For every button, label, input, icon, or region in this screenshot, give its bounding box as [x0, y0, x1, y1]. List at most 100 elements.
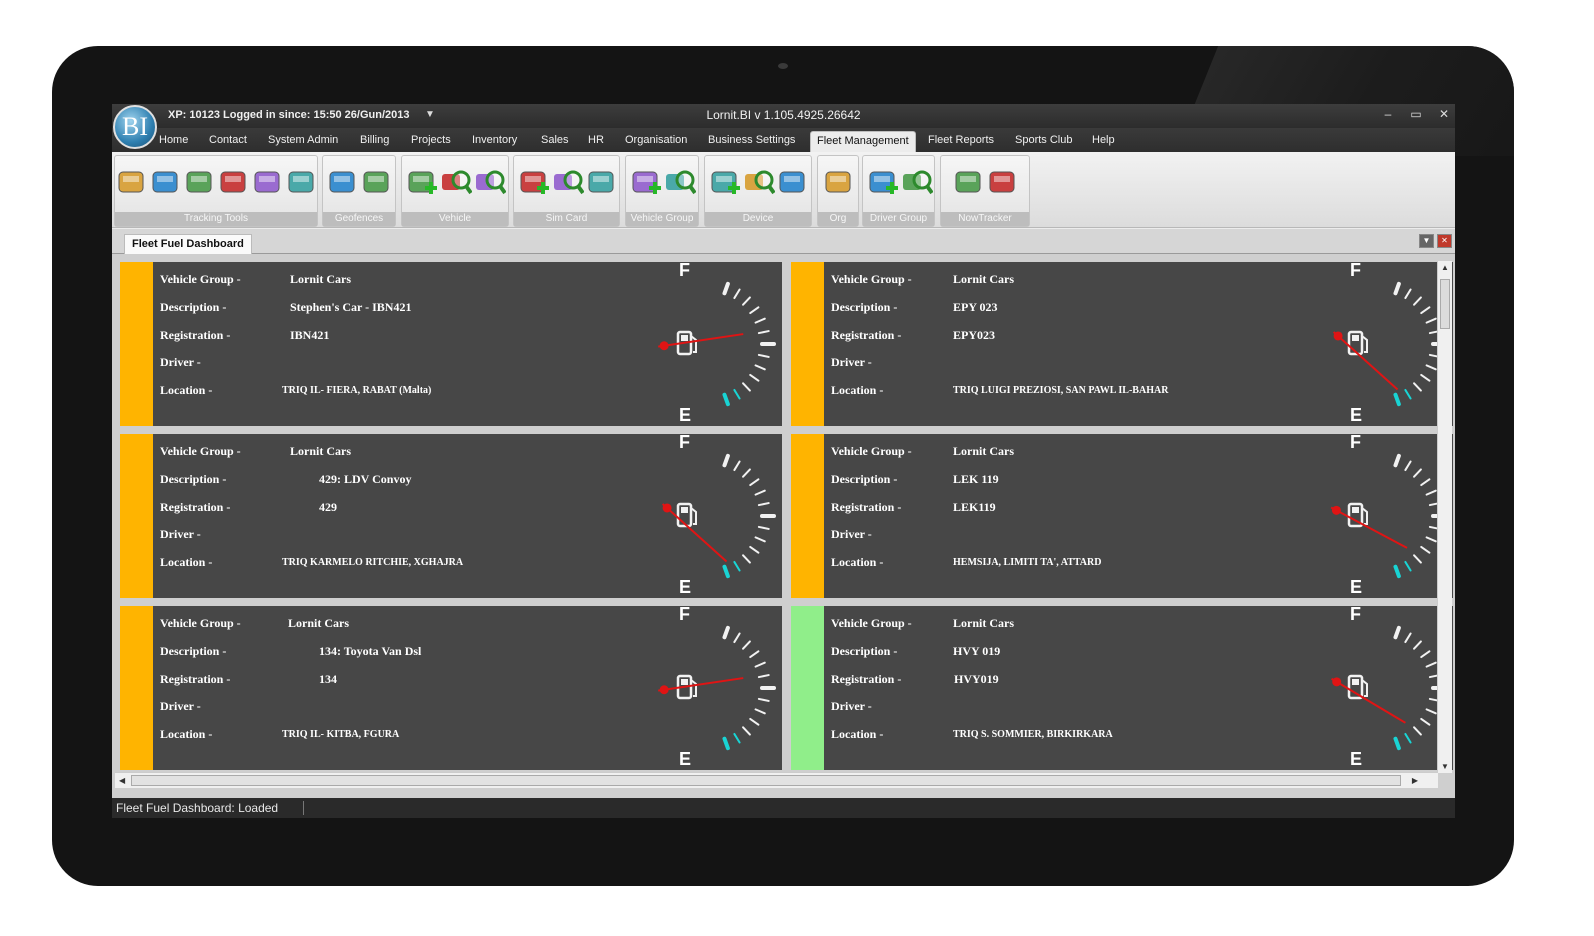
status-color-bar: [120, 434, 153, 598]
scroll-right-icon[interactable]: ▶: [1412, 776, 1418, 785]
status-separator: [303, 801, 304, 815]
menu-item-fleet-reports[interactable]: Fleet Reports: [928, 134, 994, 146]
gauge-empty-label: E: [679, 405, 692, 425]
nowtracker-gears-icon[interactable]: [953, 166, 985, 198]
device-search-icon[interactable]: [743, 166, 775, 198]
vertical-scrollbar[interactable]: ▲ ▼: [1437, 261, 1452, 773]
gauge-tick: [1413, 726, 1422, 736]
sim-edit-icon[interactable]: [586, 166, 618, 198]
driver-label: Driver -: [831, 527, 872, 541]
gauge-tick: [733, 560, 741, 572]
gauge-tick: [1393, 736, 1401, 751]
menu-item-system-admin[interactable]: System Admin: [268, 134, 338, 146]
driver-label: Driver -: [831, 355, 872, 369]
menu-item-hr[interactable]: HR: [588, 134, 604, 146]
ribbon-group-tracking-tools: Tracking Tools: [114, 155, 318, 227]
gauge-tick: [749, 545, 760, 554]
status-color-bar: [120, 606, 153, 770]
sim-search-icon[interactable]: [552, 166, 584, 198]
map-pin-icon[interactable]: [116, 166, 148, 198]
ribbon-group-sim-card: Sim Card: [513, 155, 620, 227]
sim-add-icon[interactable]: [518, 166, 550, 198]
camera-icon: [778, 63, 788, 69]
description-value: 134: Toyota Van Dsl: [319, 644, 422, 658]
ribbon-group-vehicle-group: Vehicle Group: [625, 155, 699, 227]
vertical-scroll-thumb[interactable]: [1440, 279, 1450, 329]
gauge-full-label: F: [1350, 260, 1361, 280]
fuel-gauge-dial: [658, 281, 776, 407]
tab-close-icon[interactable]: ✕: [1437, 234, 1452, 248]
vehicle-fuel-card[interactable]: Vehicle Group - Lornit Cars Description - H…: [791, 604, 1453, 770]
gauge-tick: [722, 736, 730, 751]
fuel-gauge: FE: [648, 260, 778, 426]
gauge-needle-hub: [1331, 505, 1341, 515]
menu-item-sales[interactable]: Sales: [541, 134, 569, 146]
vehicle-fuel-card[interactable]: Vehicle Group - Lornit Cars Description - E…: [791, 260, 1453, 426]
car-search-icon[interactable]: [440, 166, 472, 198]
gauge-empty-label: E: [1350, 577, 1363, 597]
scroll-down-icon[interactable]: ▼: [1441, 762, 1449, 771]
menu-item-projects[interactable]: Projects: [411, 134, 451, 146]
close-button[interactable]: ✕: [1436, 107, 1452, 121]
scroll-left-icon[interactable]: ◀: [119, 776, 125, 785]
title-bar: XP: 10123 Logged in since: 15:50 26/Gun/…: [112, 104, 1455, 128]
gauge-needle-hub: [662, 503, 672, 513]
menu-item-sports-club[interactable]: Sports Club: [1015, 134, 1072, 146]
gauge-tick: [1413, 296, 1422, 306]
vehicle-group-add-icon[interactable]: [630, 166, 662, 198]
gauge-tick: [1393, 564, 1401, 579]
menu-item-inventory[interactable]: Inventory: [472, 134, 517, 146]
map-tools-icon[interactable]: [252, 166, 284, 198]
gauge-tick: [1420, 478, 1431, 487]
group-value: Lornit Cars: [953, 444, 1014, 458]
geofence-map-icon[interactable]: [327, 166, 359, 198]
vehicle-fuel-card[interactable]: Vehicle Group - Lornit Cars Description - S…: [120, 260, 782, 426]
tab-fleet-fuel-dashboard[interactable]: Fleet Fuel Dashboard: [124, 234, 252, 254]
menu-item-business-settings[interactable]: Business Settings: [708, 134, 795, 146]
vehicle-group-search-icon[interactable]: [664, 166, 696, 198]
horizontal-scroll-thumb[interactable]: [131, 775, 1401, 786]
map-layers-icon[interactable]: [218, 166, 250, 198]
menu-item-contact[interactable]: Contact: [209, 134, 247, 146]
geofence-layers-icon[interactable]: [361, 166, 393, 198]
gauge-needle: [661, 503, 728, 563]
menu-item-home[interactable]: Home: [159, 134, 188, 146]
location-value: TRIQ IL- FIERA, RABAT (Malta): [282, 385, 432, 396]
tab-dropdown-icon[interactable]: ▼: [1419, 234, 1434, 248]
gauge-tick: [1393, 453, 1401, 468]
device-add-icon[interactable]: [709, 166, 741, 198]
location-value: HEMSIJA, LIMITI TA', ATTARD: [953, 557, 1102, 568]
car-add-icon[interactable]: [406, 166, 438, 198]
device-tools-icon[interactable]: [777, 166, 809, 198]
car-zoom-icon[interactable]: [474, 166, 506, 198]
org-building-icon[interactable]: [823, 166, 855, 198]
menu-item-help[interactable]: Help: [1092, 134, 1115, 146]
map-flag-icon[interactable]: [286, 166, 318, 198]
maximize-button[interactable]: ▭: [1408, 107, 1424, 121]
gauge-tick: [1420, 650, 1431, 659]
vehicle-fuel-card[interactable]: Vehicle Group - Lornit Cars Description - 1…: [120, 604, 782, 770]
map-car-icon[interactable]: [184, 166, 216, 198]
driver-search-icon[interactable]: [901, 166, 933, 198]
vehicle-fuel-card[interactable]: Vehicle Group - Lornit Cars Description - 4…: [120, 432, 782, 598]
gauge-tick: [1393, 392, 1401, 407]
horizontal-scrollbar[interactable]: ◀ ▶: [115, 772, 1438, 788]
menu-item-organisation[interactable]: Organisation: [625, 134, 687, 146]
driver-add-icon[interactable]: [867, 166, 899, 198]
ribbon-group-label: Org: [818, 212, 858, 226]
menu-item-billing[interactable]: Billing: [360, 134, 389, 146]
camera-card-icon[interactable]: [150, 166, 182, 198]
registration-label: Registration -: [831, 500, 902, 514]
gauge-tick: [749, 650, 760, 659]
gauge-tick: [1420, 306, 1431, 315]
app-logo[interactable]: BI: [113, 105, 157, 149]
ribbon-group-label: Device: [705, 212, 811, 226]
minimize-button[interactable]: –: [1380, 107, 1396, 121]
vehicle-fuel-card[interactable]: Vehicle Group - Lornit Cars Description - L…: [791, 432, 1453, 598]
nowtracker-settings-icon[interactable]: [987, 166, 1019, 198]
gauge-tick: [757, 353, 770, 358]
location-label: Location -: [831, 555, 884, 569]
menu-item-fleet-management[interactable]: Fleet Management: [810, 131, 916, 152]
scroll-up-icon[interactable]: ▲: [1441, 263, 1449, 272]
gauge-tick: [754, 661, 766, 668]
